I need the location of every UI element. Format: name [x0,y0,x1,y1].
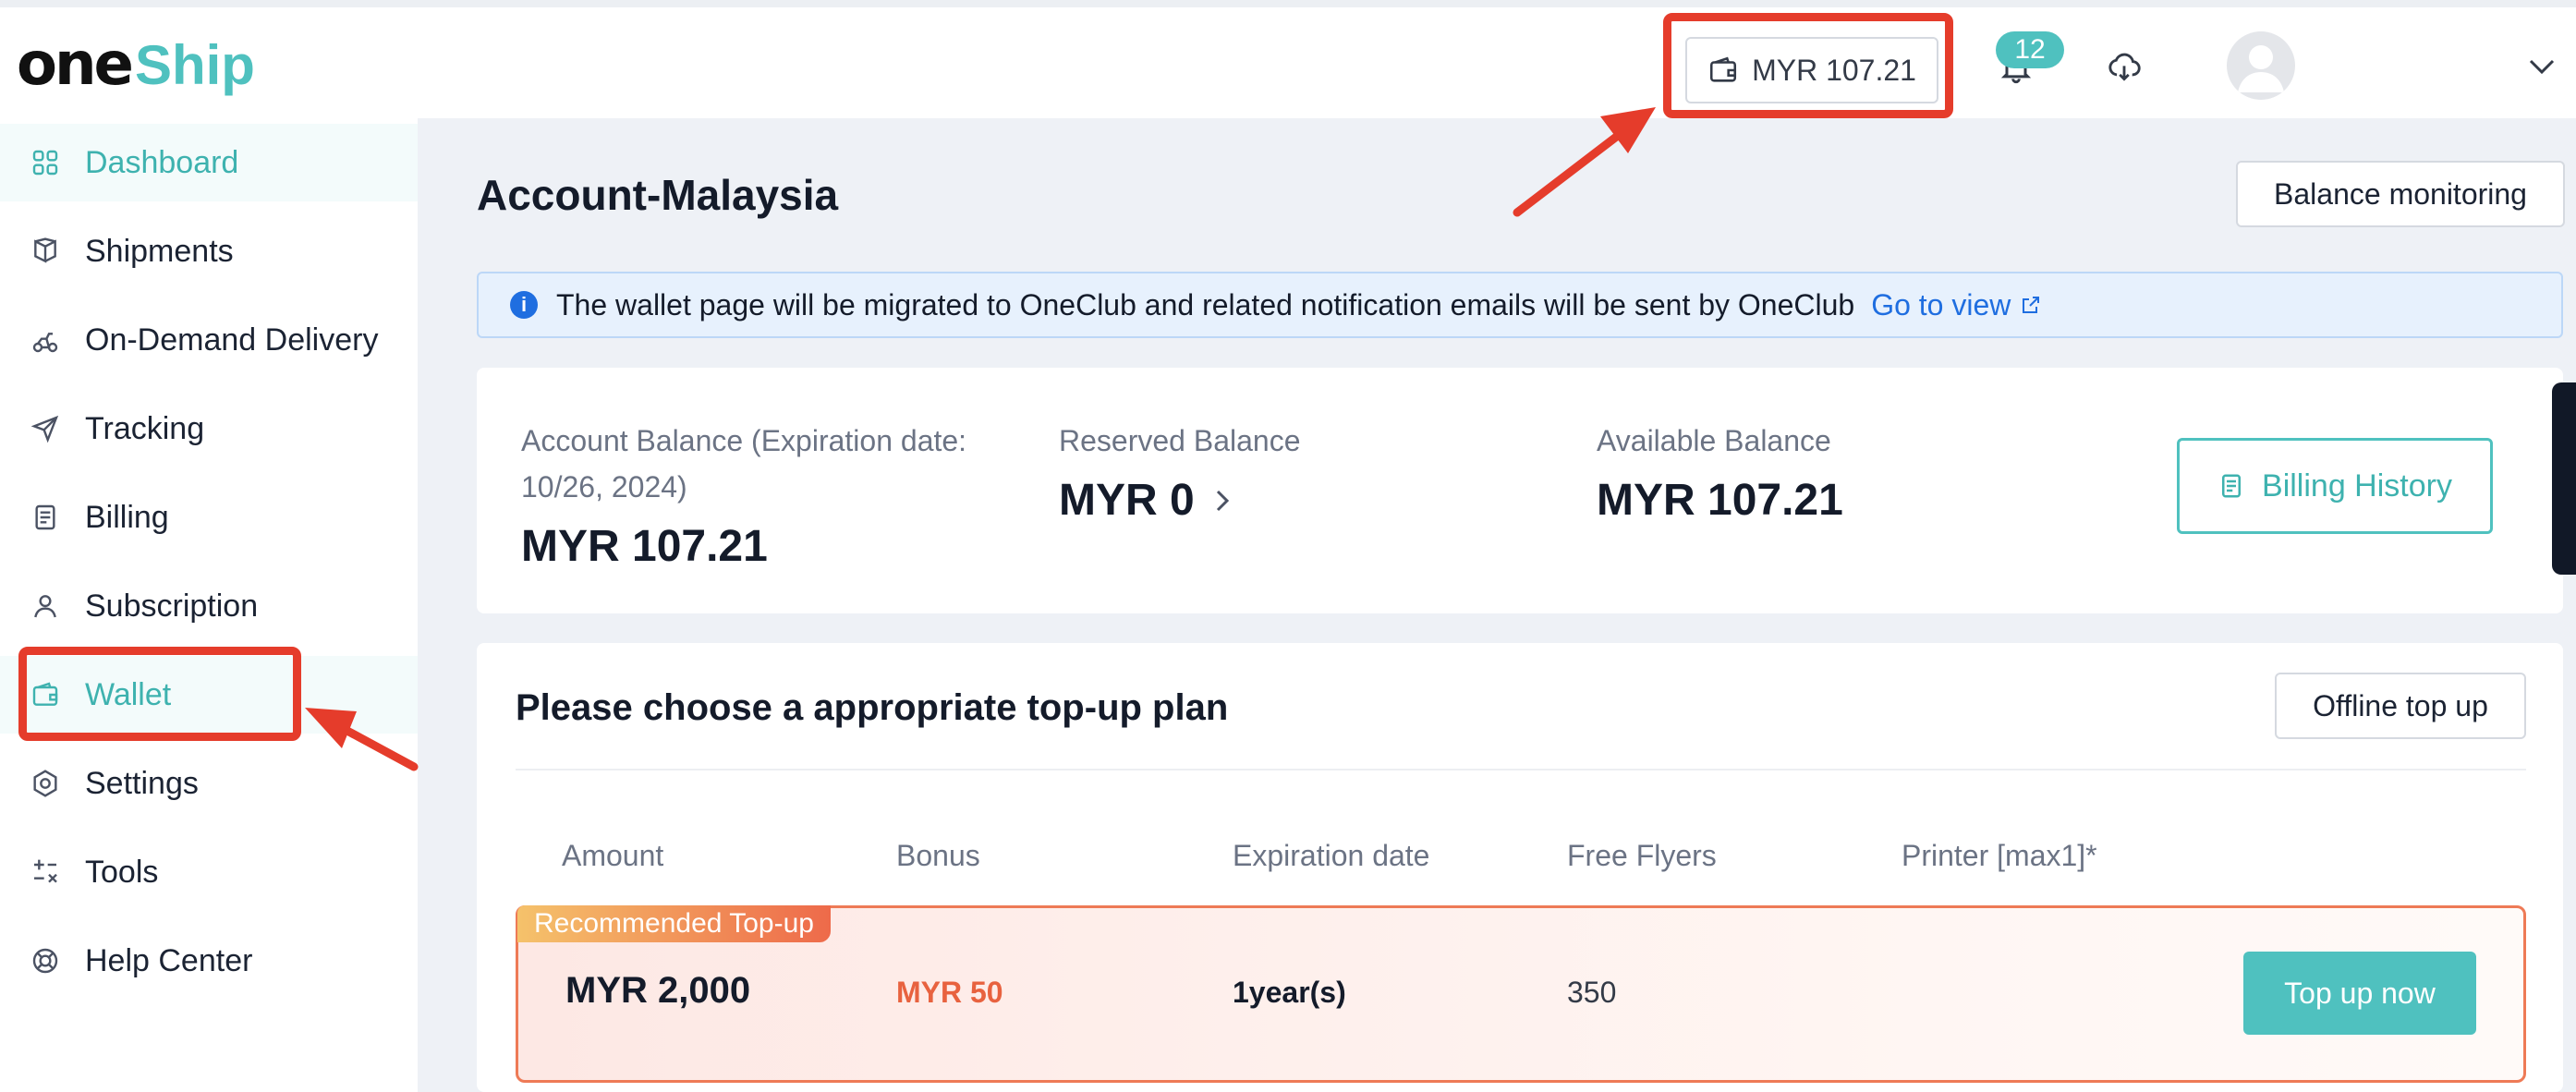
reserved-balance-label: Reserved Balance [1059,424,1301,457]
sidebar-item-dashboard[interactable]: Dashboard [0,124,418,201]
billing-icon [2222,474,2242,498]
plan-bonus: MYR 50 [896,976,1003,1009]
tools-icon [30,856,61,888]
top-header: one Ship MYR 107.21 12 [0,0,2576,118]
column-header-bonus: Bonus [896,839,980,872]
billing-history-button[interactable]: Billing History [2177,438,2493,534]
download-cloud-icon[interactable] [2107,50,2142,85]
sidebar-item-label: Dashboard [85,144,239,180]
notification-badge[interactable]: 12 [1996,31,2064,68]
chevron-down-icon[interactable] [2528,57,2556,76]
send-icon [30,413,61,444]
sidebar-item-billing[interactable]: Billing [0,479,418,556]
sidebar-item-on-demand-delivery[interactable]: On-Demand Delivery [0,301,418,379]
page-title: Account-Malaysia [477,171,839,219]
sidebar-item-label: Tracking [85,410,205,446]
help-icon [30,945,61,977]
chevron-right-icon [1216,490,1229,511]
dashboard-icon [30,147,61,178]
offline-topup-button[interactable]: Offline top up [2275,673,2526,739]
plan-amount: MYR 2,000 [565,970,751,1011]
oneship-logo[interactable]: one Ship [17,28,255,102]
billing-history-label: Billing History [2262,467,2452,504]
sidebar-item-help-center[interactable]: Help Center [0,922,418,1000]
info-icon: i [510,291,538,319]
sidebar-item-label: Settings [85,765,199,801]
recommended-tag: Recommended Top-up [517,905,831,942]
migration-notice: i The wallet page will be migrated to On… [477,272,2563,338]
sidebar-item-label: Subscription [85,588,259,624]
sidebar-item-label: Billing [85,499,169,535]
go-to-view-text: Go to view [1871,287,2011,322]
account-balance-value: MYR 107.21 [521,522,768,571]
side-drawer-handle[interactable] [2552,382,2576,575]
plan-expiration: 1year(s) [1233,976,1346,1009]
billing-icon [30,502,61,533]
sidebar-item-label: Tools [85,854,159,890]
user-icon [30,590,61,622]
arrow-to-balance [1513,107,1656,217]
sidebar-item-settings[interactable]: Settings [0,745,418,822]
reserved-balance-value[interactable]: MYR 0 [1059,475,1232,526]
plan-divider [516,769,2526,770]
go-to-view-link[interactable]: Go to view [1871,288,2042,322]
top-up-now-button[interactable]: Top up now [2243,952,2476,1035]
sidebar-item-label: On-Demand Delivery [85,322,379,358]
shipments-icon [30,236,61,267]
sidebar-item-label: Shipments [85,233,234,269]
logo-ship-text: Ship [134,33,255,96]
notice-text: The wallet page will be migrated to OneC… [556,287,1855,322]
plan-free-flyers: 350 [1567,976,1617,1009]
settings-icon [30,768,61,799]
highlight-wallet-box [18,647,301,741]
sidebar-item-tracking[interactable]: Tracking [0,390,418,467]
highlight-balance-box [1663,13,1953,118]
column-header-expiration: Expiration date [1233,839,1430,872]
available-balance-label: Available Balance [1597,424,1831,457]
user-avatar[interactable] [2227,31,2295,100]
avatar-placeholder-icon [2238,45,2284,92]
account-balance-label-line1: Account Balance (Expiration date: [521,424,967,457]
column-header-amount: Amount [562,839,664,872]
sidebar-item-tools[interactable]: Tools [0,833,418,911]
logo-one-text: one [17,30,134,99]
sidebar-item-label: Help Center [85,942,253,978]
external-link-icon [2023,297,2040,313]
column-header-free-flyers: Free Flyers [1567,839,1717,872]
column-header-printer: Printer [max1]* [1902,839,2097,872]
sidebar-item-shipments[interactable]: Shipments [0,212,418,290]
delivery-icon [30,324,61,356]
account-balance-label-line2: 10/26, 2024) [521,470,687,504]
available-balance-value: MYR 107.21 [1597,476,1843,525]
sidebar: Dashboard Shipments On-Demand Delivery T… [0,118,418,1092]
reserved-balance-text: MYR 0 [1059,476,1195,525]
balance-monitoring-button[interactable]: Balance monitoring [2236,161,2565,227]
sidebar-item-subscription[interactable]: Subscription [0,567,418,645]
topup-plan-title: Please choose a appropriate top-up plan [516,687,1229,728]
